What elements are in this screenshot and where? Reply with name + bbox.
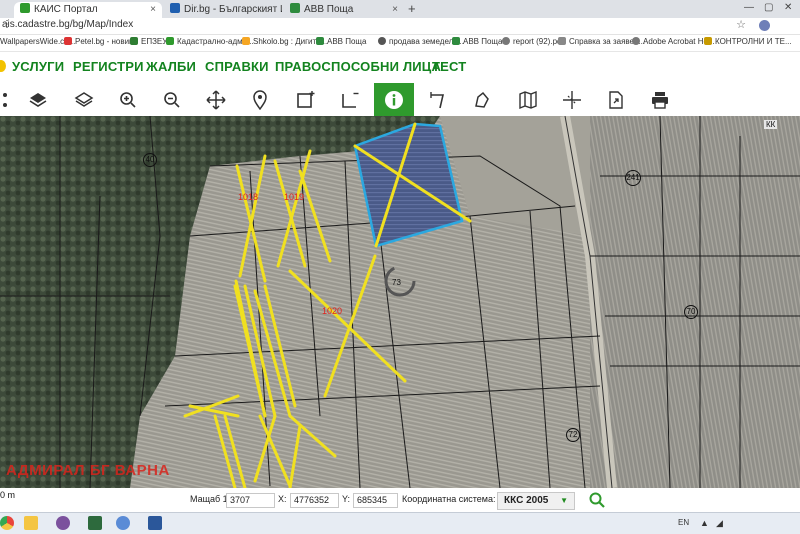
print-icon[interactable] [640,83,680,116]
bookmark-item[interactable]: report (92).pdf [502,37,564,46]
scale-label: Мащаб 1: [190,494,231,504]
browser-tab-bar: КАИС Портал × Dir.bg - Българският Интер… [0,0,800,18]
nav-registers[interactable]: РЕГИСТРИ [73,59,144,74]
kais-favicon-icon [20,3,30,13]
layers-icon[interactable] [18,83,58,116]
search-icon [589,492,605,508]
tab-kais[interactable]: КАИС Портал × [14,2,162,18]
parcel-label: 1020 [322,306,343,316]
nav-reports[interactable]: СПРАВКИ [205,59,269,74]
export-icon[interactable] [596,83,636,116]
site-nav: УСЛУГИ РЕГИСТРИ ЖАЛБИ СПРАВКИ ПРАВОСПОСО… [0,52,800,82]
location-pin-icon[interactable] [240,83,280,116]
globe-icon [378,37,386,45]
bookmark-item[interactable]: АВВ Поща [452,37,502,46]
wifi-icon[interactable]: ▲ [700,518,709,528]
watermark-text: АДМИРАЛ БГ ВАРНА [6,462,170,479]
browser-menu-icon[interactable]: ⋮ [2,19,790,30]
maximize-button[interactable]: ▢ [764,2,773,13]
layers-share-icon[interactable] [0,83,20,116]
bookmark-item[interactable]: Adobe Acrobat Ho... [632,37,715,46]
petel-favicon-icon [64,37,72,45]
abv-favicon-icon [290,3,300,13]
address-bar[interactable]: ais.cadastre.bg/bg/Map/Index ☆ ⋮ [0,18,800,35]
language-indicator[interactable]: EN [678,518,689,527]
globe-icon [502,37,510,45]
logo [0,60,6,72]
map-icon[interactable] [508,83,548,116]
coordinates-icon[interactable] [552,83,592,116]
scale-input[interactable]: 3707 [226,493,275,508]
x-coordinate-field[interactable]: 4776352 [290,493,339,508]
close-window-button[interactable]: ✕ [784,2,792,13]
parcel-number: 72 [566,428,580,442]
app-icon[interactable] [88,516,102,530]
cadastre-favicon-icon [166,37,174,45]
bookmark-item[interactable]: АВВ Поща [316,37,366,46]
layers-outline-icon[interactable] [64,83,104,116]
draw-rectangle-icon[interactable] [286,83,326,116]
nav-test[interactable]: ТЕСТ [432,59,466,74]
coordinates-bar: Мащаб 1: 3707 X: 4776352 Y: 685345 Коорд… [0,488,800,512]
close-tab-icon[interactable]: × [392,2,398,18]
dir-favicon-icon [170,3,180,13]
y-coordinate-field[interactable]: 685345 [353,493,398,508]
word-icon[interactable] [148,516,162,530]
draw-line-rectangle-icon[interactable] [330,83,370,116]
map-canvas[interactable]: 40 241 73 70 72 1018 1019 1020 АДМИРАЛ Б… [0,116,800,488]
search-button[interactable] [588,491,606,509]
file-explorer-icon[interactable] [24,516,38,530]
parcel-number: 70 [684,305,698,319]
parcel-number: 73 [392,278,401,287]
shkolo-favicon-icon [242,37,250,45]
minimize-button[interactable]: — [744,2,754,13]
chrome-icon[interactable] [0,516,14,530]
volume-icon[interactable]: ◢ [716,518,723,529]
nav-services[interactable]: УСЛУГИ [12,59,64,74]
tab-dir[interactable]: Dir.bg - Българският Интернет [164,2,282,18]
bookmark-item[interactable]: Кадастрално-адми... [166,37,254,46]
pan-icon[interactable] [196,83,236,116]
info-icon[interactable] [374,83,414,116]
close-tab-icon[interactable]: × [150,2,156,18]
bookmark-item[interactable]: Petel.bg - новини [64,37,138,46]
zoom-out-icon[interactable] [152,83,192,116]
nav-complaints[interactable]: ЖАЛБИ [146,59,196,74]
globe-icon [632,37,640,45]
tab-abv[interactable]: АВВ Поща × [284,2,404,18]
document-icon [558,37,566,45]
parcel-label: 1019 [284,192,305,202]
system-label: Координатна система: [402,494,496,504]
new-tab-button[interactable]: + [408,1,416,16]
network-icon[interactable] [116,516,130,530]
y-label: Y: [342,494,351,504]
folder-icon [704,37,712,45]
chevron-down-icon: ▼ [560,496,568,505]
corner-label: КК [764,120,778,129]
bookmark-item[interactable]: Shkolo.bg : Дигита... [242,37,327,46]
os-taskbar: EN ▲ ◢ [0,512,800,534]
bookmark-item[interactable]: КОНТРОЛНИ И ТЕ... [704,37,792,46]
bookmarks-bar: WallpapersWide.co... Petel.bg - новини Е… [0,35,800,52]
nav-licensed-persons[interactable]: ПРАВОСПОСОБНИ ЛИЦА [275,59,441,74]
x-label: X: [278,494,287,504]
measure-area-icon[interactable] [462,83,502,116]
epzeu-favicon-icon [130,37,138,45]
abv-favicon-icon [316,37,324,45]
zoom-in-icon[interactable] [108,83,148,116]
measure-distance-icon[interactable] [418,83,458,116]
bookmark-item[interactable]: ЕПЗЕУ [130,37,167,46]
coordinate-system-select[interactable]: ККС 2005 ▼ [497,492,575,510]
scale-bar-text: 0 m [0,490,16,500]
parcel-number: 241 [625,170,641,186]
viber-icon[interactable] [56,516,70,530]
map-toolbar [0,83,800,117]
parcel-label: 1018 [238,192,259,202]
parcel-number: 40 [143,153,157,167]
abv-favicon-icon [452,37,460,45]
